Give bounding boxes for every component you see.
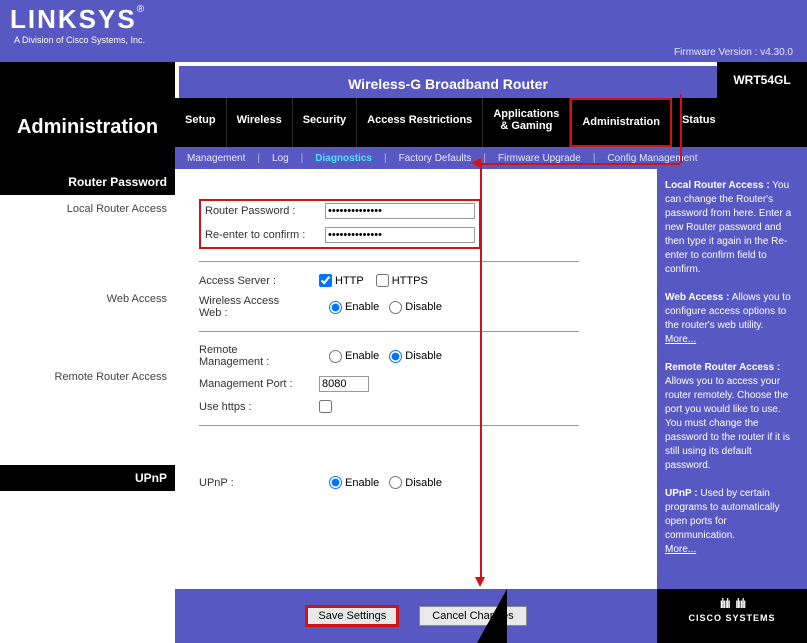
use-https-label: Use https : <box>199 401 319 413</box>
upnp-label: UPnP : <box>199 477 319 489</box>
tab-setup[interactable]: Setup <box>175 98 227 147</box>
reenter-password-label: Re-enter to confirm : <box>205 229 325 241</box>
remote-mgmt-enable-radio[interactable] <box>329 350 342 363</box>
brand-registered: ® <box>137 4 144 15</box>
enable-label: Enable <box>345 301 379 313</box>
annotation-arrow-icon <box>480 163 680 165</box>
wireless-access-enable-radio[interactable] <box>329 301 342 314</box>
subtab-config-management[interactable]: Config Management <box>595 153 709 164</box>
bottom-left-spacer <box>0 589 175 643</box>
sub-tabs: Management | Log | Diagnostics | Factory… <box>175 147 807 169</box>
remote-mgmt-disable-radio[interactable] <box>389 350 402 363</box>
section-local-router-access: Local Router Access <box>0 195 175 219</box>
separator <box>199 425 579 426</box>
reenter-password-input[interactable] <box>325 227 475 243</box>
sub-nav-row: Management | Log | Diagnostics | Factory… <box>0 147 807 169</box>
tab-administration[interactable]: Administration <box>570 98 672 147</box>
firmware-version: Firmware Version : v4.30.0 <box>674 47 793 58</box>
main-tabs: Setup Wireless Security Access Restricti… <box>175 98 807 147</box>
access-server-label: Access Server : <box>199 275 319 287</box>
help-remote-access: Remote Router Access :Allows you to acce… <box>665 361 799 473</box>
title-left-spacer <box>0 62 175 98</box>
model-number: WRT54GL <box>717 62 807 98</box>
section-remote-router-access: Remote Router Access <box>0 363 175 387</box>
cancel-changes-button[interactable]: Cancel Changes <box>419 606 526 626</box>
help-upnp: UPnP : Used by certain programs to autom… <box>665 487 799 543</box>
arrow-head-down-icon <box>475 577 485 587</box>
cisco-bridge-icon: ılıılı ılıılı <box>657 595 807 611</box>
tab-access-restrictions[interactable]: Access Restrictions <box>357 98 483 147</box>
password-highlight-box: Router Password : Re-enter to confirm : <box>199 199 481 249</box>
https-label: HTTPS <box>392 275 428 287</box>
https-checkbox[interactable] <box>376 274 389 287</box>
button-bar: Save Settings Cancel Changes <box>175 589 657 643</box>
content-area: Router Password Local Router Access Web … <box>0 169 807 589</box>
http-checkbox[interactable] <box>319 274 332 287</box>
annotation-arrow-icon <box>480 163 482 579</box>
form-column: Router Password : Re-enter to confirm : … <box>175 169 657 589</box>
cisco-footer: ılıılı ılıılı CISCO SYSTEMS <box>657 589 807 643</box>
brand-logo: LINKSYS® A Division of Cisco Systems, In… <box>10 4 145 45</box>
subtab-firmware-upgrade[interactable]: Firmware Upgrade <box>486 153 593 164</box>
use-https-checkbox[interactable] <box>319 400 332 413</box>
management-port-input[interactable] <box>319 376 369 392</box>
main-nav-row: Administration Setup Wireless Security A… <box>0 98 807 147</box>
subtab-management[interactable]: Management <box>175 153 257 164</box>
sub-left-spacer <box>0 147 175 169</box>
separator <box>199 331 579 332</box>
router-password-input[interactable] <box>325 203 475 219</box>
wireless-access-disable-radio[interactable] <box>389 301 402 314</box>
diagonal-decoration-icon <box>477 589 507 643</box>
help-web-access: Web Access : Allows you to configure acc… <box>665 291 799 333</box>
disable-label: Disable <box>405 301 442 313</box>
subtab-log[interactable]: Log <box>260 153 301 164</box>
title-row: Wireless-G Broadband Router WRT54GL <box>0 62 807 98</box>
upnp-enable-radio[interactable] <box>329 476 342 489</box>
section-router-password: Router Password <box>0 169 175 195</box>
disable-label: Disable <box>405 350 442 362</box>
help-local-access: Local Router Access : You can change the… <box>665 179 799 277</box>
side-column: Router Password Local Router Access Web … <box>0 169 175 589</box>
tab-wireless[interactable]: Wireless <box>227 98 293 147</box>
wireless-access-web-label: Wireless Access Web : <box>199 295 319 319</box>
tab-security[interactable]: Security <box>293 98 357 147</box>
help-column: Local Router Access : You can change the… <box>657 169 807 589</box>
top-banner: LINKSYS® A Division of Cisco Systems, In… <box>0 0 807 62</box>
separator <box>199 261 579 262</box>
brand-subtitle: A Division of Cisco Systems, Inc. <box>10 35 145 45</box>
http-label: HTTP <box>335 275 364 287</box>
subtab-factory-defaults[interactable]: Factory Defaults <box>387 153 484 164</box>
remote-management-label: Remote Management : <box>199 344 319 368</box>
router-password-label: Router Password : <box>205 205 325 217</box>
annotation-arrow-icon <box>680 94 682 163</box>
page-title: Administration <box>0 98 175 147</box>
tab-applications-gaming[interactable]: Applications & Gaming <box>483 98 570 147</box>
management-port-label: Management Port : <box>199 378 319 390</box>
subtab-diagnostics[interactable]: Diagnostics <box>303 153 384 164</box>
cisco-text: CISCO SYSTEMS <box>657 613 807 623</box>
save-settings-button[interactable]: Save Settings <box>305 605 399 627</box>
section-web-access: Web Access <box>0 285 175 309</box>
bottom-bar: Save Settings Cancel Changes ılıılı ılıı… <box>0 589 807 643</box>
more-link-web[interactable]: More... <box>665 334 696 345</box>
section-upnp: UPnP <box>0 465 175 491</box>
enable-label: Enable <box>345 477 379 489</box>
upnp-disable-radio[interactable] <box>389 476 402 489</box>
device-title: Wireless-G Broadband Router <box>179 66 717 98</box>
enable-label: Enable <box>345 350 379 362</box>
more-link-upnp[interactable]: More... <box>665 544 696 555</box>
brand-text: LINKSYS <box>10 4 137 34</box>
disable-label: Disable <box>405 477 442 489</box>
